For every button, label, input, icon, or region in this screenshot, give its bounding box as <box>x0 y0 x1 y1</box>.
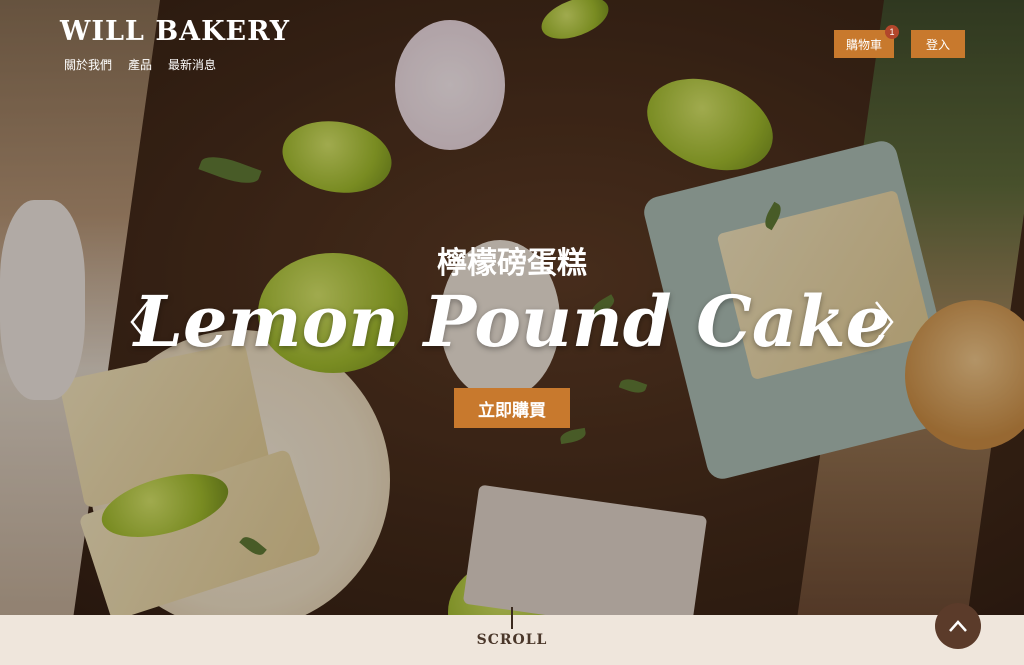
buy-now-button[interactable]: 立即購買 <box>454 388 570 428</box>
chevron-up-icon <box>949 620 967 632</box>
back-to-top-button[interactable] <box>935 603 981 649</box>
main-nav: 關於我們 產品 最新消息 <box>64 56 216 73</box>
hero-subtitle: 檸檬磅蛋糕 <box>437 246 587 281</box>
chevron-right-icon[interactable] <box>872 300 896 344</box>
nav-news[interactable]: 最新消息 <box>168 56 216 73</box>
nav-about[interactable]: 關於我們 <box>64 56 112 73</box>
chevron-left-icon[interactable] <box>128 300 152 344</box>
scroll-indicator-line <box>511 607 513 629</box>
scroll-label: SCROLL <box>476 632 548 648</box>
brand-logo[interactable]: WILL BAKERY <box>60 16 290 47</box>
cart-count-badge: 1 <box>885 25 899 39</box>
nav-products[interactable]: 產品 <box>128 56 152 73</box>
login-button[interactable]: 登入 <box>911 30 965 58</box>
hero-title: Lemon Pound Cake <box>133 280 891 363</box>
